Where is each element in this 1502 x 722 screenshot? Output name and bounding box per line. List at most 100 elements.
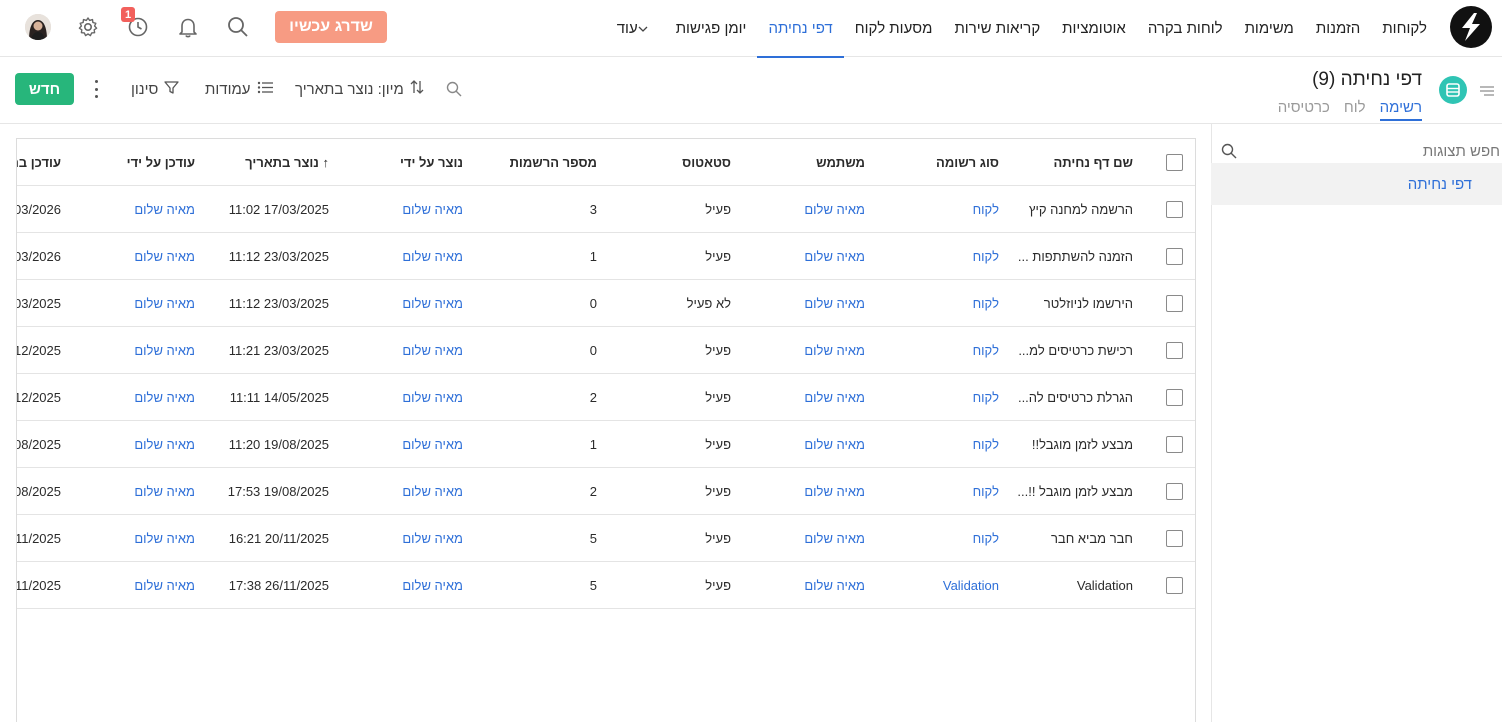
cell-user[interactable]: מאיה שלום bbox=[804, 233, 865, 280]
cell-created-by[interactable]: מאיה שלום bbox=[402, 562, 463, 609]
new-record-button[interactable]: חדש bbox=[15, 73, 74, 105]
columns-button[interactable]: עמודות bbox=[205, 80, 273, 98]
cell-created-by[interactable]: מאיה שלום bbox=[402, 374, 463, 421]
cell-updated-by[interactable]: מאיה שלום bbox=[134, 233, 195, 280]
row-checkbox[interactable] bbox=[1166, 248, 1183, 265]
cell-user[interactable]: מאיה שלום bbox=[804, 562, 865, 609]
nav-item[interactable]: הזמנות bbox=[1305, 0, 1371, 57]
nav-item[interactable]: דפי נחיתה bbox=[757, 0, 844, 58]
column-header[interactable]: סטאטוס bbox=[682, 139, 731, 186]
nav-item[interactable]: לוחות בקרה bbox=[1137, 0, 1234, 57]
row-checkbox[interactable] bbox=[1166, 577, 1183, 594]
cell-updated-by[interactable]: מאיה שלום bbox=[134, 327, 195, 374]
cell-created-by[interactable]: מאיה שלום bbox=[402, 186, 463, 233]
table-row[interactable]: הירשמו לניוזלטר לקוח מאיה שלום לא פעיל 0 מאיה… bbox=[17, 280, 1195, 327]
search-icon[interactable] bbox=[225, 14, 251, 40]
cell-created-by[interactable]: מאיה שלום bbox=[402, 280, 463, 327]
bell-icon[interactable] bbox=[175, 14, 201, 40]
table-row[interactable]: חבר מביא חבר לקוח מאיה שלום פעיל 5 מאיה שלום 2… bbox=[17, 515, 1195, 562]
filter-button[interactable]: סינון bbox=[131, 80, 180, 98]
column-header[interactable]: משתמש bbox=[816, 139, 865, 186]
cell-user[interactable]: מאיה שלום bbox=[804, 374, 865, 421]
table-row[interactable]: Validation Validation מאיה שלום פעיל 5 מאיה ש… bbox=[17, 562, 1195, 609]
table-row[interactable]: רכישת כרטיסים למ... לקוח מאיה שלום פעיל 0 מאי… bbox=[17, 327, 1195, 374]
nav-item[interactable]: יומן פגישות bbox=[665, 0, 758, 57]
row-checkbox[interactable] bbox=[1166, 389, 1183, 406]
cell-created-by[interactable]: מאיה שלום bbox=[402, 421, 463, 468]
column-header[interactable]: סוג רשומה bbox=[936, 139, 999, 186]
cell-updated-by[interactable]: מאיה שלום bbox=[134, 186, 195, 233]
table-search-icon[interactable] bbox=[446, 80, 462, 98]
nav-item[interactable]: לקוחות bbox=[1371, 0, 1438, 57]
row-checkbox[interactable] bbox=[1166, 295, 1183, 312]
select-all-checkbox[interactable] bbox=[1166, 154, 1183, 171]
cell-updated-by[interactable]: מאיה שלום bbox=[134, 515, 195, 562]
nav-item[interactable]: משימות bbox=[1234, 0, 1305, 57]
view-tab[interactable]: רשימה bbox=[1379, 99, 1422, 121]
user-avatar[interactable] bbox=[25, 14, 51, 40]
cell-status: פעיל bbox=[705, 578, 731, 593]
filter-label: סינון bbox=[131, 80, 159, 98]
column-header[interactable]: שם דף נחיתה bbox=[1054, 139, 1134, 186]
nav-more-menu[interactable]: עוד bbox=[606, 0, 665, 57]
cell-created-by[interactable]: מאיה שלום bbox=[402, 327, 463, 374]
row-checkbox[interactable] bbox=[1166, 483, 1183, 500]
cell-type[interactable]: לקוח bbox=[973, 233, 999, 280]
cell-updated-by[interactable]: מאיה שלום bbox=[134, 562, 195, 609]
app-logo-icon[interactable] bbox=[1450, 6, 1492, 48]
views-search-field[interactable]: חפש תצוגות bbox=[1211, 134, 1502, 164]
cell-type[interactable]: לקוח bbox=[973, 515, 999, 562]
table-row[interactable]: הגרלת כרטיסים לה... לקוח מאיה שלום פעיל 2 מאי… bbox=[16, 374, 1195, 421]
cell-user[interactable]: מאיה שלום bbox=[804, 468, 865, 515]
cell-created-by[interactable]: מאיה שלום bbox=[402, 468, 463, 515]
nav-item[interactable]: אוטומציות bbox=[1051, 0, 1137, 57]
cell-updated-by[interactable]: מאיה שלום bbox=[134, 374, 195, 421]
cell-count: 5 bbox=[589, 531, 597, 546]
cell-user[interactable]: מאיה שלום bbox=[804, 327, 865, 374]
cell-created-by[interactable]: מאיה שלום bbox=[402, 233, 463, 280]
more-options-icon[interactable] bbox=[88, 80, 104, 98]
cell-type[interactable]: לקוח bbox=[973, 374, 999, 421]
nav-item[interactable]: מסעות לקוח bbox=[844, 0, 944, 57]
table-row[interactable]: מבצע לזמן מוגבל !!... לקוח מאיה שלום פעיל 2 מ… bbox=[17, 468, 1195, 515]
cell-updated-by[interactable]: מאיה שלום bbox=[134, 468, 195, 515]
table-row[interactable]: מבצע לזמן מוגבל!! לקוח מאיה שלום פעיל 1 מאיה … bbox=[17, 421, 1195, 468]
column-header[interactable]: עודכן על ידי bbox=[127, 139, 195, 186]
cell-user[interactable]: מאיה שלום bbox=[804, 421, 865, 468]
cell-status: פעיל bbox=[705, 202, 731, 217]
cell-type[interactable]: לקוח bbox=[973, 280, 999, 327]
cell-type[interactable]: לקוח bbox=[973, 468, 999, 515]
view-tab[interactable]: לוח bbox=[1344, 99, 1366, 121]
column-header[interactable]: מספר הרשמות bbox=[510, 139, 597, 186]
cell-user[interactable]: מאיה שלום bbox=[804, 280, 865, 327]
row-checkbox[interactable] bbox=[1166, 201, 1183, 218]
cell-updated-by[interactable]: מאיה שלום bbox=[134, 421, 195, 468]
cell-type[interactable]: לקוח bbox=[973, 327, 999, 374]
cell-created-by[interactable]: מאיה שלום bbox=[402, 515, 463, 562]
column-header[interactable]: ↑ נוצר בתאריך bbox=[245, 139, 329, 186]
cell-user[interactable]: מאיה שלום bbox=[804, 186, 865, 233]
cell-type[interactable]: Validation bbox=[943, 562, 999, 609]
page-title: דפי נחיתה (9) bbox=[1312, 69, 1422, 90]
row-checkbox[interactable] bbox=[1166, 436, 1183, 453]
cell-updated-by[interactable]: מאיה שלום bbox=[134, 280, 195, 327]
panel-toggle-icon[interactable] bbox=[1480, 84, 1494, 96]
view-item-landing-pages[interactable]: דפי נחיתה bbox=[1211, 163, 1502, 205]
cell-type[interactable]: לקוח bbox=[973, 186, 999, 233]
column-header[interactable]: עודכן בת bbox=[17, 139, 61, 186]
view-tab[interactable]: כרטיסיה bbox=[1278, 99, 1330, 121]
nav-item[interactable]: קריאות שירות bbox=[943, 0, 1051, 57]
cell-type[interactable]: לקוח bbox=[973, 421, 999, 468]
table-row[interactable]: הרשמה למחנה קיץ לקוח מאיה שלום פעיל 3 מאיה של… bbox=[17, 186, 1195, 233]
cell-created: 19/08/2025 11:20 bbox=[228, 437, 329, 452]
column-header[interactable]: נוצר על ידי bbox=[400, 139, 463, 186]
row-checkbox[interactable] bbox=[1166, 530, 1183, 547]
gear-icon[interactable] bbox=[75, 14, 101, 40]
upgrade-now-button[interactable]: שדרג עכשיו bbox=[275, 11, 387, 43]
sort-button[interactable]: מיון: נוצר בתאריך bbox=[295, 80, 424, 98]
table-row[interactable]: הזמנה להשתתפות ... לקוח מאיה שלום פעיל 1 מאיה… bbox=[17, 233, 1195, 280]
cell-name: חבר מביא חבר bbox=[1050, 531, 1133, 546]
cell-user[interactable]: מאיה שלום bbox=[804, 515, 865, 562]
cell-updated: 12/2025 bbox=[16, 390, 61, 405]
row-checkbox[interactable] bbox=[1166, 342, 1183, 359]
